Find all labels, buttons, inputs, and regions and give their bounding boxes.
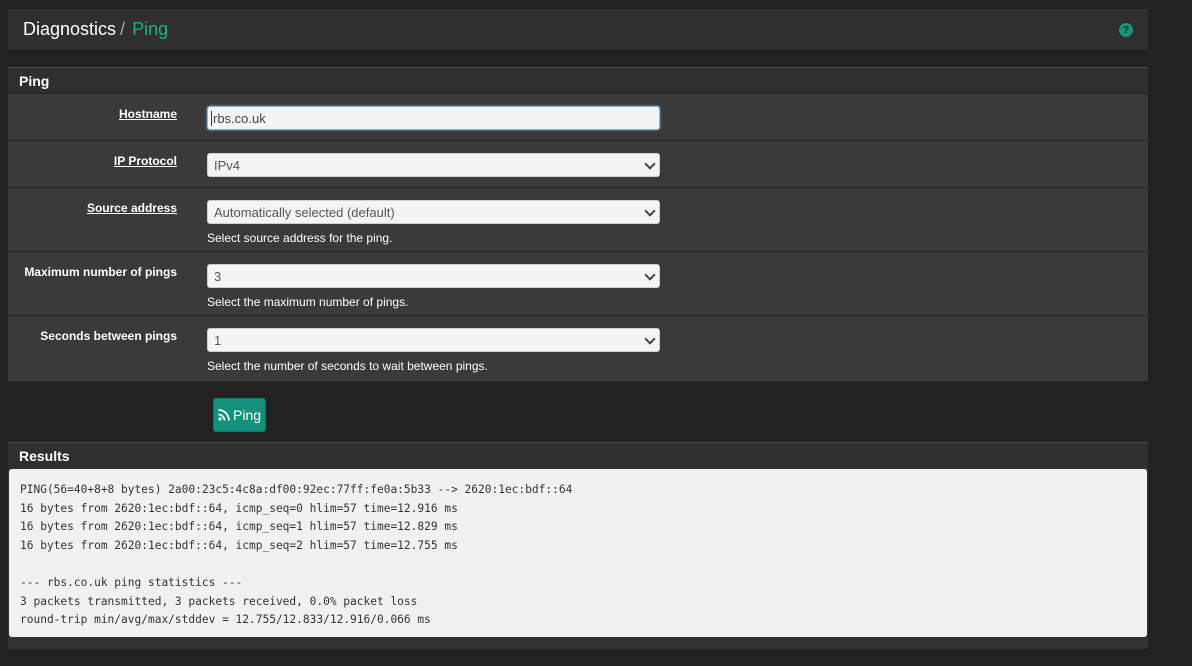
help-icon[interactable]: ? — [1119, 23, 1133, 37]
ip-protocol-value: IPv4 — [214, 157, 241, 173]
result-line: 3 packets transmitted, 3 packets receive… — [20, 594, 418, 608]
breadcrumb-separator: / — [120, 19, 126, 39]
ip-protocol-row: IP Protocol IPv4 — [8, 140, 1148, 187]
ping-button[interactable]: Ping — [213, 398, 266, 432]
seconds-between-select[interactable]: 1 — [207, 328, 660, 352]
hostname-label[interactable]: Hostname — [119, 107, 177, 121]
max-pings-row: Maximum number of pings 3 Select the max… — [8, 251, 1148, 315]
text-caret — [211, 110, 212, 126]
rss-icon — [218, 409, 230, 421]
ping-button-label: Ping — [232, 407, 262, 423]
source-address-help: Select source address for the ping. — [207, 231, 393, 245]
source-address-label[interactable]: Source address — [87, 201, 177, 215]
panel-title: Ping — [8, 67, 1148, 93]
hostname-row: Hostname rbs.co.uk — [8, 93, 1148, 140]
seconds-between-label: Seconds between pings — [40, 329, 177, 343]
result-line: 16 bytes from 2620:1ec:bdf::64, icmp_seq… — [20, 520, 458, 534]
ip-protocol-label[interactable]: IP Protocol — [114, 154, 177, 168]
seconds-between-help: Select the number of seconds to wait bet… — [207, 359, 488, 373]
chevron-down-icon — [644, 205, 656, 217]
hostname-input[interactable]: rbs.co.uk — [207, 106, 660, 130]
ip-protocol-select[interactable]: IPv4 — [207, 153, 660, 177]
max-pings-select[interactable]: 3 — [207, 264, 660, 288]
chevron-down-icon — [644, 333, 656, 345]
chevron-down-icon — [644, 269, 656, 281]
seconds-between-value: 1 — [214, 332, 222, 348]
breadcrumb-diagnostics[interactable]: Diagnostics — [23, 19, 116, 40]
breadcrumb: Diagnostics / Ping ? — [8, 9, 1148, 51]
breadcrumb-current: Ping — [132, 19, 169, 39]
max-pings-label: Maximum number of pings — [24, 265, 177, 279]
result-line: 16 bytes from 2620:1ec:bdf::64, icmp_seq… — [20, 538, 458, 552]
chevron-down-icon — [644, 158, 656, 170]
result-line: round-trip min/avg/max/stddev = 12.755/1… — [20, 613, 431, 627]
result-line: --- rbs.co.uk ping statistics --- — [20, 575, 243, 589]
max-pings-value: 3 — [214, 268, 222, 284]
seconds-between-row: Seconds between pings 1 Select the numbe… — [8, 315, 1148, 379]
results-output: PING(56=40+8+8 bytes) 2a00:23c5:4c8a:df0… — [9, 469, 1147, 637]
source-address-select[interactable]: Automatically selected (default) — [207, 200, 660, 224]
results-panel: Results PING(56=40+8+8 bytes) 2a00:23c5:… — [8, 442, 1148, 649]
result-line — [20, 555, 1136, 574]
hostname-value: rbs.co.uk — [213, 110, 266, 126]
max-pings-help: Select the maximum number of pings. — [207, 295, 409, 309]
ping-panel: Ping Hostname rbs.co.uk IP Protocol IPv4… — [8, 67, 1148, 381]
source-address-value: Automatically selected (default) — [214, 204, 395, 220]
source-address-row: Source address Automatically selected (d… — [8, 187, 1148, 251]
results-title: Results — [8, 442, 1148, 468]
result-line: 16 bytes from 2620:1ec:bdf::64, icmp_seq… — [20, 501, 458, 515]
result-line: PING(56=40+8+8 bytes) 2a00:23c5:4c8a:df0… — [20, 483, 573, 496]
